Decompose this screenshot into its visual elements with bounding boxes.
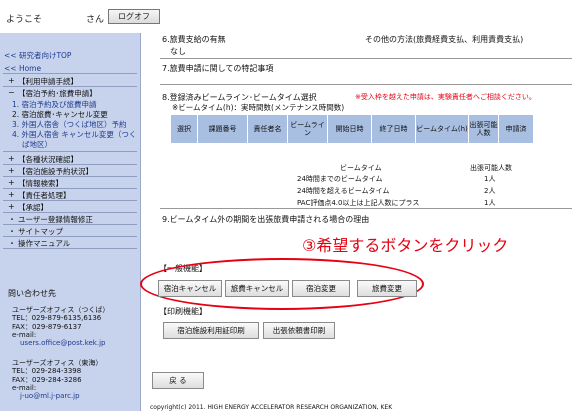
contact-tokai: ユーザーズオフィス（東海） TEL：029-284-3398 FAX：029-2… — [12, 359, 102, 400]
contact-tokai-tel: TEL：029-284-3398 — [12, 367, 82, 376]
section-divider — [160, 84, 572, 85]
subitem-foreign-dorm-cancel[interactable]: 4. 外国人宿舎 キャンセル変更（つく — [12, 130, 136, 139]
priority-col-capacity: 出張可能人数 — [470, 164, 512, 172]
print-functions-label: 【印刷機能】 — [159, 307, 207, 316]
sidebar-divider — [3, 200, 137, 201]
priority-num: 1人 — [484, 175, 496, 183]
expand-icon[interactable]: + — [8, 190, 15, 199]
section-8-warning: ※受入枠を越えた申請は、実験責任者へご相談ください。 — [355, 93, 536, 101]
sidebar-divider — [3, 86, 137, 87]
section-6-answer: なし — [170, 47, 186, 56]
th-manager: 責任者名 — [248, 115, 288, 143]
sidebar: << 研究者向けTOP << Home + 【利用申請手続】 − 【宿泊予約･旅… — [0, 33, 141, 411]
sidebar-divider — [3, 248, 137, 249]
expand-icon[interactable]: + — [8, 166, 15, 175]
contact-tsukuba-email-label: e-mail: — [12, 330, 37, 339]
priority-cond: 24時間を超えるビームタイム — [297, 187, 390, 195]
contact-tokai-name: ユーザーズオフィス（東海） — [12, 359, 103, 367]
priority-num: 1人 — [484, 199, 496, 207]
cancel-lodging-button[interactable]: 宿泊キャンセル — [158, 280, 222, 297]
contact-tsukuba-tel: TEL：029-879-6135,6136 — [12, 314, 102, 323]
logoff-button[interactable]: ログオフ — [108, 9, 160, 24]
header-bar: ようこそ さん ログオフ — [0, 0, 576, 33]
subitem-foreign-dorm-reserve[interactable]: 3. 外国人宿舎（つくば地区）予約 — [12, 120, 127, 129]
subitem-foreign-dorm-cancel-cont[interactable]: ば地区） — [22, 140, 52, 149]
cancel-travel-button[interactable]: 旅費キャンセル — [225, 280, 289, 297]
change-travel-button[interactable]: 旅費変更 — [357, 280, 417, 297]
collapse-icon[interactable]: − — [8, 88, 15, 97]
san-text: さん — [86, 15, 105, 25]
sidebar-divider — [3, 236, 137, 237]
sidebar-divider — [3, 151, 137, 152]
sidebar-divider — [3, 176, 137, 177]
expand-icon[interactable]: + — [8, 202, 15, 211]
print-facility-pass-button[interactable]: 宿泊施設利用証印刷 — [163, 322, 259, 339]
th-start: 開始日時 — [328, 115, 372, 143]
footer-copyright: copyright(c) 2011. HIGH ENERGY ACCELERAT… — [150, 404, 393, 411]
contact-tsukuba-name: ユーザーズオフィス（つくば） — [12, 306, 110, 314]
th-project-number: 課題番号 — [198, 115, 248, 143]
print-travel-request-button[interactable]: 出張依頼書印刷 — [263, 322, 335, 339]
instruction-annotation: ③希望するボタンをクリック — [302, 236, 509, 255]
section-6-heading: 6.旅費支給の有無 — [162, 35, 226, 44]
priority-col-beamtime: ビームタイム — [340, 164, 382, 172]
th-beamline: ビームライン — [288, 115, 328, 143]
section-7-heading: 7.旅費申請に関しての特記事項 — [162, 64, 274, 73]
home-link[interactable]: << Home — [4, 64, 41, 73]
sidebar-item-reservation[interactable]: 【宿泊予約･旅費申請】 — [18, 88, 97, 99]
expand-icon[interactable]: + — [8, 76, 15, 85]
expand-icon[interactable]: + — [8, 154, 15, 163]
section-6-value: その他の方法(旅費経費支払、利用責費支払) — [365, 35, 524, 44]
sidebar-divider — [3, 164, 137, 165]
priority-num: 2人 — [484, 187, 496, 195]
sidebar-divider — [3, 188, 137, 189]
sidebar-divider — [3, 224, 137, 225]
th-capacity: 出張可能人数 — [469, 115, 499, 143]
subitem-cancel-change[interactable]: 2. 宿泊旅費･キャンセル変更 — [12, 110, 108, 119]
researcher-top-link[interactable]: << 研究者向けTOP — [4, 50, 71, 61]
sidebar-divider — [3, 212, 137, 213]
priority-cond: 24時間までのビームタイム — [297, 175, 383, 183]
beamline-table-header: 選択 課題番号 責任者名 ビームライン 開始日時 終了日時 ビームタイム(h) … — [171, 115, 533, 143]
sidebar-divider — [3, 73, 137, 74]
th-beamtime: ビームタイム(h) — [416, 115, 469, 143]
section-divider — [160, 58, 572, 59]
contact-title: 問い合わせ先 — [8, 289, 56, 298]
priority-cond: PAC評価点4.0以上は上記人数にプラス — [297, 199, 420, 207]
contact-tsukuba-email[interactable]: users.office@post.kek.jp — [12, 339, 109, 347]
contact-tokai-email-label: e-mail: — [12, 383, 37, 392]
welcome-text: ようこそ — [6, 15, 43, 25]
contact-tokai-email[interactable]: j-uo@ml.j-parc.jp — [12, 392, 102, 400]
section-divider — [160, 208, 572, 209]
change-lodging-button[interactable]: 宿泊変更 — [292, 280, 350, 297]
section-9-heading: 9.ビームタイム外の期間を出張旅費申請される場合の理由 — [162, 215, 370, 224]
contact-tsukuba: ユーザーズオフィス（つくば） TEL：029-879-6135,6136 FAX… — [12, 306, 109, 347]
th-select: 選択 — [171, 115, 198, 143]
contact-tokai-fax: FAX：029-284-3286 — [12, 375, 82, 384]
back-button[interactable]: 戻 る — [152, 372, 204, 389]
contact-tsukuba-fax: FAX：029-879-6137 — [12, 322, 82, 331]
expand-icon[interactable]: + — [8, 178, 15, 187]
subitem-reserve-travel[interactable]: 1. 宿泊予約及び旅費申請 — [12, 100, 97, 109]
beamtime-note: ※ビームタイム(h)：実時間数(メンテナンス時間数) — [172, 103, 345, 112]
th-end: 終了日時 — [372, 115, 416, 143]
th-applied: 申請済 — [499, 115, 533, 143]
